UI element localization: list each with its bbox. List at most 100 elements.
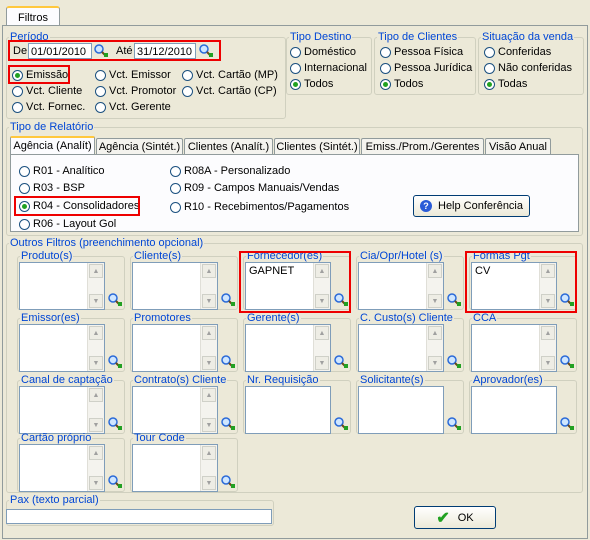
radio-r06[interactable]: R06 - Layout Gol xyxy=(19,217,116,231)
radio-clientes-todos[interactable]: Todos xyxy=(380,77,423,91)
scroll-down-icon[interactable]: ▼ xyxy=(428,356,442,370)
cca-filter-list[interactable]: ▲ ▼ xyxy=(471,324,557,372)
search-icon[interactable] xyxy=(220,354,236,370)
scroll-down-icon[interactable]: ▼ xyxy=(89,294,103,308)
radio-r03[interactable]: R03 - BSP xyxy=(19,181,85,195)
clientes-filter-list[interactable]: ▲ ▼ xyxy=(132,262,218,310)
scrollbar[interactable]: ▲ ▼ xyxy=(426,325,443,371)
tab-agencia-sintet[interactable]: Agência (Sintét.) xyxy=(96,138,183,155)
scroll-up-icon[interactable]: ▲ xyxy=(315,326,329,340)
tab-clientes-analit[interactable]: Clientes (Analít.) xyxy=(184,138,273,155)
scroll-up-icon[interactable]: ▲ xyxy=(202,446,216,460)
search-icon[interactable] xyxy=(220,474,236,490)
scrollbar[interactable]: ▲ ▼ xyxy=(313,325,330,371)
scrollbar[interactable]: ▲ ▼ xyxy=(200,445,217,491)
scroll-up-icon[interactable]: ▲ xyxy=(89,446,103,460)
radio-vct-emissor[interactable]: Vct. Emissor xyxy=(95,68,171,82)
radio-internacional[interactable]: Internacional xyxy=(290,61,367,75)
contrato-filter-list[interactable]: ▲ ▼ xyxy=(132,386,218,434)
scroll-up-icon[interactable]: ▲ xyxy=(89,326,103,340)
scroll-up-icon[interactable]: ▲ xyxy=(89,264,103,278)
solicitante-filter-list[interactable] xyxy=(358,386,444,434)
radio-todas[interactable]: Todas xyxy=(484,77,527,91)
scrollbar[interactable]: ▲ ▼ xyxy=(87,263,104,309)
radio-domestico[interactable]: Doméstico xyxy=(290,45,356,59)
pax-input[interactable] xyxy=(6,509,272,524)
radio-pessoa-juridica[interactable]: Pessoa Jurídica xyxy=(380,61,472,75)
scrollbar[interactable]: ▲ ▼ xyxy=(87,387,104,433)
scroll-up-icon[interactable]: ▲ xyxy=(202,326,216,340)
search-icon[interactable] xyxy=(446,416,462,432)
scroll-up-icon[interactable]: ▲ xyxy=(89,388,103,402)
search-icon[interactable] xyxy=(559,354,575,370)
search-icon[interactable] xyxy=(220,416,236,432)
radio-r10[interactable]: R10 - Recebimentos/Pagamentos xyxy=(170,200,349,214)
search-icon[interactable] xyxy=(446,292,462,308)
radio-vct-cliente[interactable]: Vct. Cliente xyxy=(12,84,82,98)
cia-filter-list[interactable]: ▲ ▼ xyxy=(358,262,444,310)
scroll-down-icon[interactable]: ▼ xyxy=(202,294,216,308)
radio-destino-todos[interactable]: Todos xyxy=(290,77,333,91)
radio-r09[interactable]: R09 - Campos Manuais/Vendas xyxy=(170,181,339,195)
produtos-filter-list[interactable]: ▲ ▼ xyxy=(19,262,105,310)
requisicao-filter-list[interactable] xyxy=(245,386,331,434)
scroll-down-icon[interactable]: ▼ xyxy=(202,356,216,370)
radio-vct-cartao-cp[interactable]: Vct. Cartão (CP) xyxy=(182,84,277,98)
tab-emiss-prom-gerentes[interactable]: Emiss./Prom./Gerentes xyxy=(361,138,484,155)
tab-agencia-analit[interactable]: Agência (Analít) xyxy=(10,136,95,155)
ok-button[interactable]: ✔ OK xyxy=(414,506,496,529)
help-conferencia-button[interactable]: ? Help Conferência xyxy=(413,195,530,217)
promotores-filter-list[interactable]: ▲ ▼ xyxy=(132,324,218,372)
scroll-down-icon[interactable]: ▼ xyxy=(89,418,103,432)
scrollbar[interactable]: ▲ ▼ xyxy=(539,325,556,371)
tour-filter-list[interactable]: ▲ ▼ xyxy=(132,444,218,492)
search-icon[interactable] xyxy=(333,354,349,370)
radio-r01[interactable]: R01 - Analítico xyxy=(19,164,105,178)
scroll-up-icon[interactable]: ▲ xyxy=(428,326,442,340)
gerente-filter-list[interactable]: ▲ ▼ xyxy=(245,324,331,372)
scrollbar[interactable]: ▲ ▼ xyxy=(426,263,443,309)
scroll-up-icon[interactable]: ▲ xyxy=(541,326,555,340)
tab-clientes-sintet[interactable]: Clientes (Sintét.) xyxy=(274,138,360,155)
scrollbar[interactable]: ▲ ▼ xyxy=(200,325,217,371)
scroll-up-icon[interactable]: ▲ xyxy=(202,388,216,402)
scrollbar[interactable]: ▲ ▼ xyxy=(200,263,217,309)
search-icon[interactable] xyxy=(333,416,349,432)
aprovador-filter-list[interactable] xyxy=(471,386,557,434)
scroll-down-icon[interactable]: ▼ xyxy=(315,356,329,370)
emissor-filter-list[interactable]: ▲ ▼ xyxy=(19,324,105,372)
radio-r08a[interactable]: R08A - Personalizado xyxy=(170,164,290,178)
radio-vct-gerente-label: Vct. Gerente xyxy=(109,101,171,113)
radio-vct-promotor[interactable]: Vct. Promotor xyxy=(95,84,176,98)
search-icon[interactable] xyxy=(107,292,123,308)
radio-conferidas[interactable]: Conferidas xyxy=(484,45,551,59)
radio-vct-gerente[interactable]: Vct. Gerente xyxy=(95,100,171,114)
scroll-up-icon[interactable]: ▲ xyxy=(428,264,442,278)
search-icon[interactable] xyxy=(559,416,575,432)
search-icon[interactable] xyxy=(220,292,236,308)
search-icon[interactable] xyxy=(107,354,123,370)
scroll-down-icon[interactable]: ▼ xyxy=(89,356,103,370)
canal-filter-list[interactable]: ▲ ▼ xyxy=(19,386,105,434)
radio-vct-cartao-mp[interactable]: Vct. Cartão (MP) xyxy=(182,68,278,82)
scroll-down-icon[interactable]: ▼ xyxy=(89,476,103,490)
scrollbar[interactable]: ▲ ▼ xyxy=(87,325,104,371)
radio-dot xyxy=(484,46,495,58)
scrollbar[interactable]: ▲ ▼ xyxy=(200,387,217,433)
scrollbar[interactable]: ▲ ▼ xyxy=(87,445,104,491)
custo-filter-list[interactable]: ▲ ▼ xyxy=(358,324,444,372)
tab-visao-anual[interactable]: Visão Anual xyxy=(485,138,551,155)
scroll-up-icon[interactable]: ▲ xyxy=(202,264,216,278)
search-icon[interactable] xyxy=(446,354,462,370)
scroll-down-icon[interactable]: ▼ xyxy=(428,294,442,308)
scroll-down-icon[interactable]: ▼ xyxy=(541,356,555,370)
search-icon[interactable] xyxy=(107,474,123,490)
radio-dot xyxy=(12,101,23,113)
scroll-down-icon[interactable]: ▼ xyxy=(202,476,216,490)
search-icon[interactable] xyxy=(107,416,123,432)
scroll-down-icon[interactable]: ▼ xyxy=(202,418,216,432)
radio-pessoa-fisica[interactable]: Pessoa Física xyxy=(380,45,463,59)
radio-vct-fornec[interactable]: Vct. Fornec. xyxy=(12,100,85,114)
radio-nao-conferidas[interactable]: Não conferidas xyxy=(484,61,572,75)
cartao-filter-list[interactable]: ▲ ▼ xyxy=(19,444,105,492)
